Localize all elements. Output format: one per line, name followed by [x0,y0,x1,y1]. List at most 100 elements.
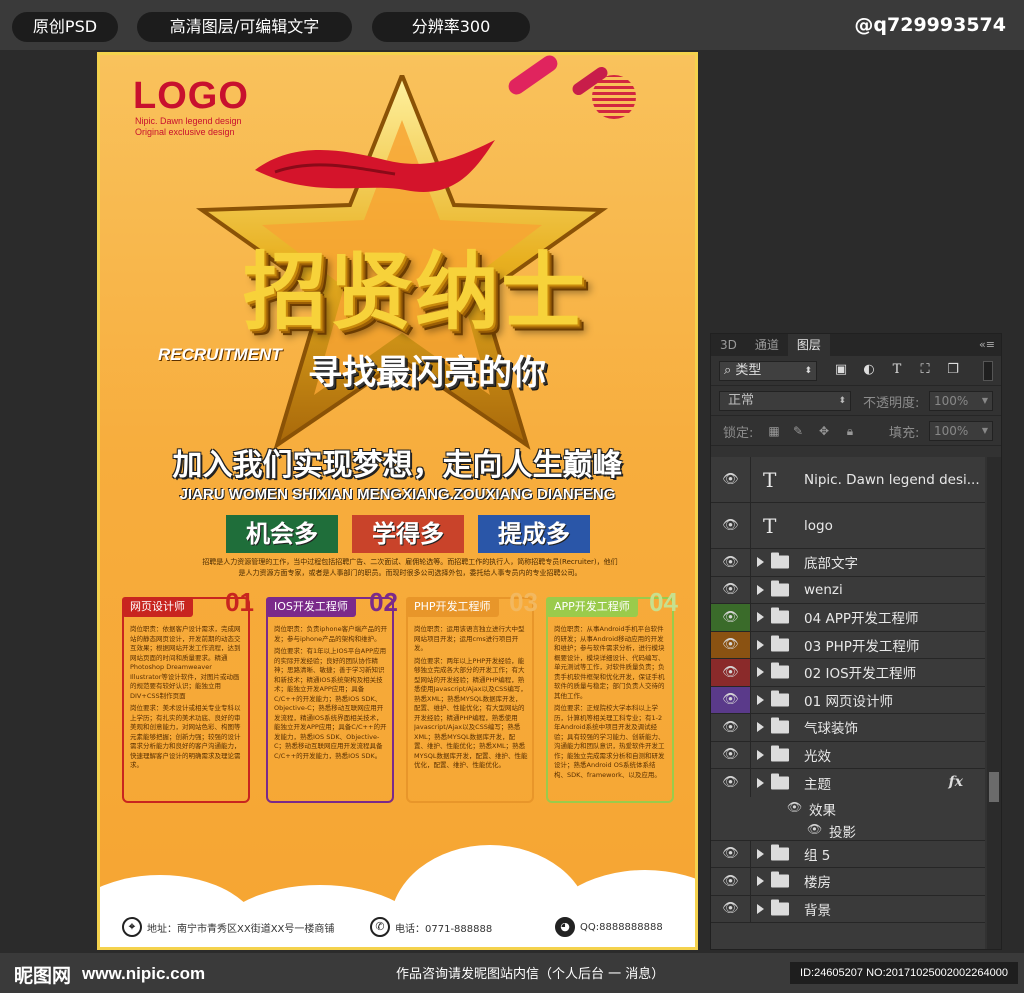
expand-triangle-icon[interactable] [757,612,764,623]
lock-all-padlock-icon[interactable]: 🔒︎ [843,424,857,438]
expand-triangle-icon[interactable] [757,694,764,705]
layer-row[interactable]: 👁︎ 楼房 [711,868,985,896]
expand-triangle-icon[interactable] [757,584,764,595]
layer-name: 底部文字 [804,556,858,573]
job-requirements: 岗位要求：美术设计或相关专业专科以上学历；有扎实的美术功底、良好的审美观和创意能… [130,704,241,769]
poster-title: 招贤纳士 [242,243,587,341]
expand-triangle-icon[interactable] [757,722,764,733]
layer-row[interactable]: 👁︎ 气球装饰 [711,714,985,742]
layer-effects-fx-icon[interactable]: fx [949,774,963,790]
expand-triangle-icon[interactable] [757,557,764,568]
drop-shadow-row[interactable]: 👁︎ 投影 [711,819,985,841]
visibility-eye-icon[interactable]: 👁︎ [711,631,751,658]
consult-notice: 作品咨询请发昵图站内信（个人后台 一 消息） [396,967,665,982]
visibility-eye-icon[interactable]: 👁︎ [711,549,751,576]
expand-triangle-icon[interactable] [757,667,764,678]
layer-name: 02 IOS开发工程师 [804,666,917,683]
job-duties: 岗位职责：依据客户设计需求，完成网站的静态网页设计，开发前期的动态交互效果；根据… [130,625,241,700]
lock-position-move-icon[interactable]: ✥ [817,424,831,438]
layer-row[interactable]: 👁︎ T logo [711,503,985,549]
expand-triangle-icon[interactable] [757,749,764,760]
nipic-url[interactable]: www.nipic.com [82,964,205,984]
visibility-eye-icon[interactable]: 👁︎ [711,576,751,603]
feature-pill-layers: 高清图层/可编辑文字 [137,12,352,42]
blend-mode-value: 正常 [728,393,755,408]
top-bar: 原创PSD 高清图层/可编辑文字 分辨率300 @q729993574 [0,0,1024,50]
fill-input[interactable]: 100% ▼ [929,421,993,441]
effects-row[interactable]: 👁︎ 效果 [711,797,985,819]
job-card: 网页设计师 01 岗位职责：依据客户设计需求，完成网站的静态网页设计，开发前期的… [122,587,254,803]
visibility-eye-icon[interactable]: 👁︎ [711,503,751,548]
expand-triangle-icon[interactable] [757,903,764,914]
visibility-eye-icon[interactable]: 👁︎ [711,714,751,741]
filter-kind-select[interactable]: ⌕ 类型 ⬍ [719,361,817,381]
layer-name: 03 PHP开发工程师 [804,638,920,655]
visibility-eye-icon[interactable]: 👁︎ [711,840,751,867]
layers-scrollbar[interactable] [987,457,1001,949]
filter-toggle[interactable] [983,361,993,381]
folder-icon [771,717,789,734]
layers-panel: 3D 通道 图层 «≡ ⌕ 类型 ⬍ ▣ ◐ T ⛶ ❐ 正常 ⬍ 不透明度: … [710,333,1002,950]
visibility-eye-icon[interactable]: 👁︎ [807,822,822,836]
visibility-eye-icon[interactable]: 👁︎ [711,895,751,922]
lock-transparent-icon[interactable]: ▦ [767,424,781,438]
layer-list: 👁︎ T Nipic. Dawn legend desi... 👁︎ T log… [711,457,985,949]
opacity-input[interactable]: 100% ▼ [929,391,993,411]
job-card-body: 岗位职责：运用该语言独立进行大中型网站项目开发；运用cms进行项目开发。 岗位要… [414,625,528,800]
fill-value: 100% [934,424,969,438]
benefit-badge: 学得多 [352,515,464,553]
visibility-eye-icon[interactable]: 👁︎ [711,659,751,686]
chevron-updown-icon: ⬍ [804,366,812,376]
expand-triangle-icon[interactable] [757,777,764,788]
location-pin-icon: ⌖ [122,917,142,937]
folder-icon [771,871,789,888]
layer-row[interactable]: 👁︎ 光效 [711,741,985,769]
job-card: IOS开发工程师 02 岗位职责：负责iphone客户端产品的开发；参与ipho… [266,587,398,803]
poster-slogan: 加入我们实现梦想，走向人生巅峰 [172,448,623,483]
layer-row[interactable]: 👁︎ 04 APP开发工程师 [711,604,985,632]
filter-kind-label: 类型 [735,363,762,378]
chevron-updown-icon: ⬍ [838,396,846,406]
pixel-filter-icon[interactable]: ▣ [833,362,849,378]
layer-row[interactable]: 👁︎ 03 PHP开发工程师 [711,631,985,659]
visibility-eye-icon[interactable]: 👁︎ [711,457,751,502]
blend-mode-select[interactable]: 正常 ⬍ [719,391,851,411]
feature-pill-psd: 原创PSD [12,12,118,42]
layer-row[interactable]: 👁︎ wenzi [711,576,985,604]
layer-row[interactable]: 👁︎ 组 5 [711,840,985,868]
layer-name: Nipic. Dawn legend desi... [804,471,980,488]
adjustment-filter-icon[interactable]: ◐ [861,362,877,378]
layer-row[interactable]: 👁︎ 底部文字 [711,549,985,577]
panel-menu-icon[interactable]: «≡ [979,334,1001,356]
layer-row[interactable]: 👁︎ T Nipic. Dawn legend desi... [711,457,985,503]
visibility-eye-icon[interactable]: 👁︎ [711,686,751,713]
layer-row[interactable]: 👁︎ 主题 fx [711,769,985,797]
expand-triangle-icon[interactable] [757,848,764,859]
tab-channels[interactable]: 通道 [746,334,788,356]
smart-object-filter-icon[interactable]: ❐ [945,362,961,378]
search-icon: ⌕ [724,363,732,378]
tab-3d[interactable]: 3D [711,334,746,356]
lock-image-brush-icon[interactable]: ✎ [791,424,805,438]
poster-pinyin: JIARU WOMEN SHIXIAN MENGXIANG.ZOUXIANG D… [179,486,616,503]
tab-layers[interactable]: 图层 [787,334,830,356]
benefit-badge: 提成多 [478,515,590,553]
layer-row[interactable]: 👁︎ 02 IOS开发工程师 [711,659,985,687]
folder-icon [771,773,789,790]
visibility-eye-icon[interactable]: 👁︎ [711,741,751,768]
layer-row[interactable]: 👁︎ 01 网页设计师 [711,686,985,714]
type-filter-icon[interactable]: T [889,362,905,378]
layer-row[interactable]: 👁︎ 背景 [711,895,985,923]
shape-filter-icon[interactable]: ⛶ [917,362,933,378]
scrollbar-thumb[interactable] [989,772,999,802]
visibility-eye-icon[interactable]: 👁︎ [787,800,802,814]
lock-row: 锁定: ▦ ✎ ✥ 🔒︎ 填充: 100% ▼ [711,416,1001,446]
expand-triangle-icon[interactable] [757,639,764,650]
phone-text: 电话：0771-888888 [395,923,493,935]
folder-icon [771,899,789,916]
visibility-eye-icon[interactable]: 👁︎ [711,769,751,797]
visibility-eye-icon[interactable]: 👁︎ [711,604,751,631]
expand-triangle-icon[interactable] [757,876,764,887]
job-card: APP开发工程师 04 岗位职责：从事Android手机平台软件的研发；从事An… [546,587,678,803]
visibility-eye-icon[interactable]: 👁︎ [711,868,751,895]
